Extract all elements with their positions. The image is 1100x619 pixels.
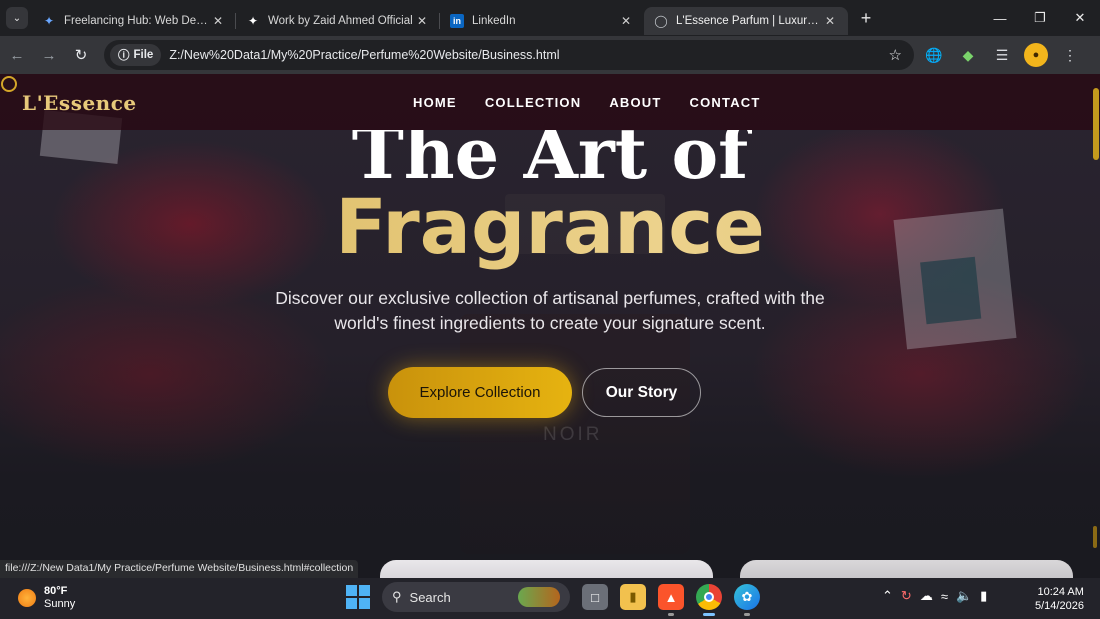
windows-taskbar: 80°F Sunny ⚲ Search □ ▮ ▲ ✿ ⌃ ↻ ☁ ≈ 🔈 ▮ …	[0, 578, 1100, 619]
file-explorer-icon[interactable]: ▮	[620, 584, 646, 610]
close-window-icon[interactable]: ✕	[1060, 0, 1100, 36]
nav-home[interactable]: HOME	[413, 95, 457, 110]
page-viewport: NOIR The Art of Fragrance Discover our e…	[0, 74, 1100, 578]
sync-icon[interactable]: ↻	[901, 588, 912, 604]
system-tray: ⌃ ↻ ☁ ≈ 🔈 ▮	[882, 588, 987, 604]
chrome-icon[interactable]	[696, 584, 722, 616]
taskbar-search[interactable]: ⚲ Search	[382, 582, 570, 612]
gemini-sparkle-icon: ✦	[43, 14, 55, 28]
tab-search-chevron-icon[interactable]: ⌄	[6, 7, 28, 29]
edge-icon[interactable]: ✿	[734, 584, 760, 616]
forward-arrow-icon[interactable]: →	[34, 40, 64, 70]
tab-title: L'Essence Parfum | Luxury Fragr	[676, 15, 822, 27]
sparkle-icon: ✦	[247, 14, 259, 28]
nav-about[interactable]: ABOUT	[609, 95, 661, 110]
our-story-button[interactable]: Our Story	[582, 368, 701, 417]
more-menu-icon[interactable]: ⋮	[1058, 43, 1082, 67]
info-icon: ⓘ	[118, 50, 130, 62]
windows-start-icon[interactable]	[346, 585, 370, 609]
close-icon[interactable]: ✕	[822, 14, 838, 28]
bookmark-star-icon[interactable]: ☆	[889, 46, 902, 64]
link-status-bubble: file:///Z:/New Data1/My Practice/Perfume…	[0, 560, 359, 578]
tab-lessence[interactable]: ◯ L'Essence Parfum | Luxury Fragr ✕	[644, 7, 848, 35]
window-controls: — ❐ ✕	[980, 0, 1100, 36]
translate-globe-icon[interactable]: 🌐	[922, 43, 946, 67]
clock-time: 10:24 AM	[1037, 586, 1084, 598]
bottle-label: NOIR	[543, 424, 603, 445]
linkedin-icon: in	[450, 14, 464, 28]
volume-icon[interactable]: 🔈	[956, 588, 972, 604]
url-text[interactable]: Z:/New%20Data1/My%20Practice/Perfume%20W…	[169, 48, 559, 62]
site-chip-label: File	[133, 49, 154, 61]
address-bar[interactable]: ⓘ File Z:/New%20Data1/My%20Practice/Perf…	[104, 40, 914, 70]
close-icon[interactable]: ✕	[210, 14, 226, 28]
profile-avatar[interactable]: ●	[1024, 43, 1048, 67]
scrollbar-marker	[1093, 526, 1097, 548]
collection-card[interactable]	[740, 560, 1073, 578]
chevron-up-icon[interactable]: ⌃	[882, 588, 893, 604]
explore-collection-button[interactable]: Explore Collection	[388, 367, 572, 418]
weather-temperature: 80°F	[44, 585, 68, 597]
globe-icon: ◯	[654, 14, 668, 28]
weather-widget[interactable]: 80°F Sunny	[18, 585, 75, 611]
site-info-chip[interactable]: ⓘ File	[110, 44, 162, 66]
site-logo[interactable]: L'Essence	[22, 91, 137, 115]
back-arrow-icon[interactable]: ←	[2, 40, 32, 70]
taskbar-clock[interactable]: 10:24 AM 5/14/2026	[1035, 585, 1084, 613]
weather-condition: Sunny	[44, 598, 76, 610]
hero-title-line2: Fragrance	[0, 184, 1100, 270]
tab-linkedin[interactable]: in LinkedIn ✕	[440, 7, 644, 35]
brave-browser-icon[interactable]: ▲	[658, 584, 684, 616]
extensions-puzzle-icon[interactable]: ☰	[990, 43, 1014, 67]
reload-icon[interactable]: ↻	[66, 40, 96, 70]
search-label: Search	[409, 589, 451, 605]
tab-freelancing-hub[interactable]: ✦ Freelancing Hub: Web Dev & Yo ✕	[32, 7, 236, 35]
cloud-icon[interactable]: ☁	[920, 588, 933, 604]
tab-work-by-zaid[interactable]: ✦ Work by Zaid Ahmed Official ✕	[236, 7, 440, 35]
task-view-icon[interactable]: □	[582, 584, 608, 610]
browser-tab-strip: ⌄ ✦ Freelancing Hub: Web Dev & Yo ✕ ✦ Wo…	[0, 0, 1100, 36]
tab-title: Freelancing Hub: Web Dev & Yo	[64, 15, 210, 27]
collection-card[interactable]	[380, 560, 713, 578]
close-icon[interactable]: ✕	[414, 14, 430, 28]
browser-toolbar: ← → ↻ ⓘ File Z:/New%20Data1/My%20Practic…	[0, 36, 1100, 74]
tab-title: Work by Zaid Ahmed Official	[268, 15, 413, 27]
battery-icon[interactable]: ▮	[980, 588, 987, 604]
cursor-ring-icon	[1, 76, 17, 92]
nav-collection[interactable]: COLLECTION	[485, 95, 582, 110]
clock-date: 5/14/2026	[1035, 600, 1084, 612]
site-navbar: L'Essence HOME COLLECTION ABOUT CONTACT	[0, 74, 1100, 130]
scrollbar-thumb[interactable]	[1093, 88, 1099, 160]
minimize-icon[interactable]: —	[980, 0, 1020, 36]
wifi-icon[interactable]: ≈	[941, 589, 948, 604]
sun-icon	[18, 589, 36, 607]
restore-icon[interactable]: ❐	[1020, 0, 1060, 36]
close-icon[interactable]: ✕	[618, 14, 634, 28]
tab-title: LinkedIn	[472, 15, 516, 27]
new-tab-button[interactable]: +	[852, 8, 880, 29]
nav-contact[interactable]: CONTACT	[690, 95, 761, 110]
search-highlight-image	[518, 587, 560, 607]
extension-colorful-icon[interactable]: ◆	[956, 43, 980, 67]
hero-description: Discover our exclusive collection of art…	[275, 288, 825, 333]
search-icon: ⚲	[392, 589, 402, 604]
